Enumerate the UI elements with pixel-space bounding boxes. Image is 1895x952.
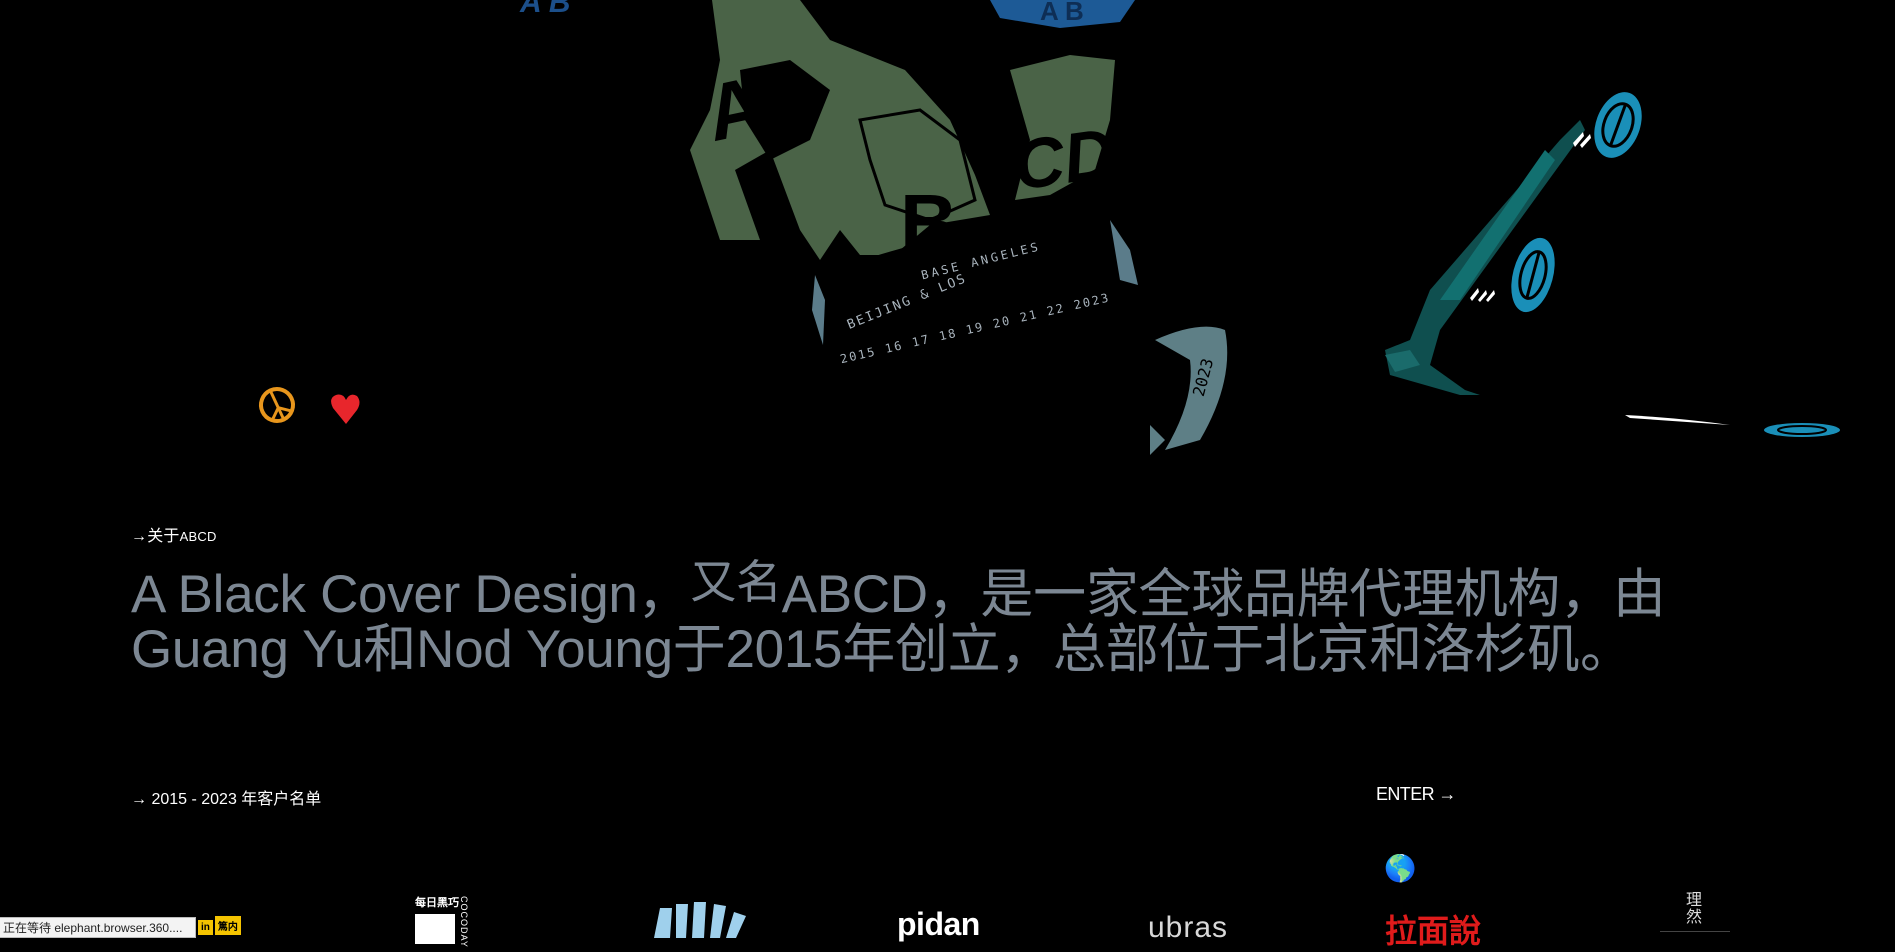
client-logos-strip: in 篤内 每日黑巧 COCODAY pidan ubras 拉面說 理然 — [0, 880, 1895, 950]
client-logo-ubras: ubras — [1148, 911, 1229, 944]
headline-line2: Guang Yu和Nod Young于2015年创立，总部位于北京和洛杉矶。 — [131, 620, 1633, 679]
headline-raised: 又名 — [690, 556, 782, 608]
browser-status-bar: 正在等待 elephant.browser.360.... — [0, 917, 196, 938]
meiri-box — [415, 914, 455, 944]
arrow-right-icon: → — [131, 528, 148, 545]
teal-arm-graphic — [1385, 92, 1840, 437]
client-logo-liran: 理然 — [1685, 892, 1702, 926]
yellow-logo-a: in — [198, 920, 213, 935]
peace-icon — [259, 387, 295, 423]
about-label[interactable]: →关于ABCD — [131, 522, 217, 546]
headline-part1: A Black Cover Design， — [131, 565, 691, 624]
hero-artwork: A B A B CD B A BASE ANGELES BEIJING & LO… — [259, 0, 1840, 455]
client-logo-meiri: 每日黑巧 COCODAY — [413, 894, 469, 948]
clients-label: → 2015 - 2023 年客户名单 — [131, 791, 322, 808]
about-label-prefix: 关于 — [147, 528, 180, 545]
meiri-vertical: COCODAY — [459, 896, 469, 948]
client-logo-fan-icon — [654, 902, 746, 938]
heart-icon — [331, 394, 360, 424]
client-logo-yellow: in 篤内 — [198, 916, 243, 935]
about-headline: A Black Cover Design，又名ABCD，是一家全球品牌代理机构，… — [131, 556, 1771, 679]
client-logo-lamian: 拉面說 — [1385, 912, 1482, 950]
about-label-brand: ABCD — [179, 529, 217, 544]
enter-link[interactable]: ENTER → — [1376, 784, 1456, 805]
meiri-title: 每日黑巧 — [415, 897, 459, 909]
yellow-logo-b: 篤内 — [214, 916, 241, 935]
headline-part2: ABCD，是一家全球品牌代理机构，由 — [781, 565, 1666, 624]
logo-letters-cd: CD — [1008, 113, 1119, 204]
client-logo-pidan: pidan — [897, 906, 980, 942]
top-left-fragment: A B — [519, 0, 571, 19]
top-fragment: A B — [1040, 0, 1084, 26]
liran-underline — [1660, 931, 1730, 932]
year-shard: 2023 — [1150, 326, 1228, 455]
